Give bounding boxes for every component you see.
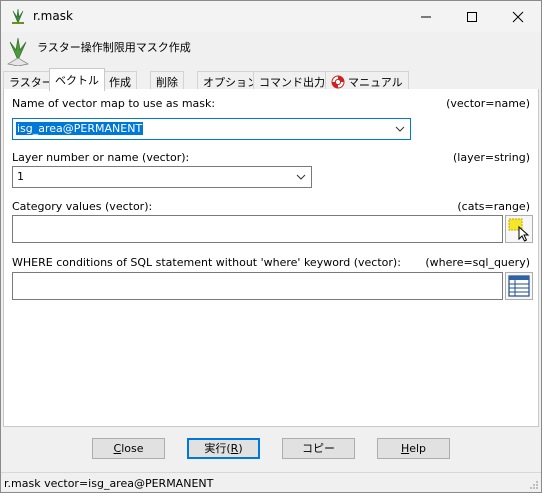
help-label-rest: elp <box>409 442 427 455</box>
category-label: Category values (vector): <box>12 200 153 213</box>
module-description: ラスター操作制限用マスク作成 <box>37 41 191 54</box>
tab-create[interactable]: 作成 <box>103 71 137 90</box>
status-command: r.mask vector=isg_area@PERMANENT <box>4 477 214 490</box>
tab-label: 作成 <box>109 76 131 89</box>
tab-label: ベクトル <box>55 74 99 87</box>
module-header: ラスター操作制限用マスク作成 <box>1 32 541 68</box>
status-bar: r.mask vector=isg_area@PERMANENT <box>1 472 541 492</box>
layer-select[interactable]: 1 <box>12 166 312 188</box>
maximize-button[interactable] <box>449 1 495 32</box>
tab-vector[interactable]: ベクトル <box>49 68 105 91</box>
sql-table-icon <box>508 275 530 297</box>
tab-label: コマンド出力 <box>259 76 325 89</box>
select-features-button[interactable] <box>505 215 533 243</box>
vector-map-value: isg_area@PERMANENT <box>16 122 144 135</box>
category-param-hint: (cats=range) <box>457 200 530 213</box>
run-label-pre: 実行( <box>204 442 231 455</box>
layer-value: 1 <box>17 170 24 183</box>
title-bar: r.mask <box>1 1 541 32</box>
tab-bar: ラスター ベクトル 作成 削除 オプション コマンド出力 マニュアル <box>3 68 539 91</box>
vector-tab-panel: Name of vector map to use as mask: (vect… <box>3 89 539 427</box>
raster-mask-icon <box>7 37 29 66</box>
where-param-hint: (where=sql_query) <box>425 256 530 269</box>
window-title: r.mask <box>33 9 73 23</box>
tab-label: オプション <box>203 76 258 89</box>
tab-command-output[interactable]: コマンド出力 <box>253 71 331 90</box>
main-window: r.mask ラスター操作制限用マスク作成 ラスター ベクトル 作成 削除 オプ… <box>0 0 542 493</box>
layer-param-hint: (layer=string) <box>453 151 530 164</box>
vector-param-hint: (vector=name) <box>446 97 530 110</box>
tab-label: マニュアル <box>348 76 403 89</box>
sql-builder-button[interactable] <box>505 272 533 300</box>
tab-manual[interactable]: マニュアル <box>325 71 409 90</box>
vector-map-label: Name of vector map to use as mask: <box>12 97 216 110</box>
select-features-icon <box>508 218 530 242</box>
help-button[interactable]: Help <box>377 438 450 459</box>
close-button[interactable]: Close <box>92 438 165 459</box>
tab-remove[interactable]: 削除 <box>150 71 184 90</box>
maximize-icon <box>467 11 477 22</box>
grass-app-icon <box>12 8 24 24</box>
chevron-down-icon <box>395 126 405 132</box>
copy-button[interactable]: コピー <box>282 438 355 459</box>
minimize-icon <box>421 16 431 17</box>
lifebuoy-icon <box>331 75 345 89</box>
tab-label: ラスター <box>9 76 53 89</box>
chevron-down-icon <box>296 174 306 180</box>
copy-label: コピー <box>302 442 335 455</box>
category-input[interactable] <box>12 215 503 243</box>
close-icon <box>512 11 524 22</box>
help-mnemonic: H <box>400 442 410 455</box>
tab-label: 削除 <box>156 76 178 89</box>
run-button[interactable]: 実行(R) <box>187 438 260 459</box>
run-label-post: ) <box>238 442 243 455</box>
where-label: WHERE conditions of SQL statement withou… <box>12 256 401 269</box>
resize-grip-icon[interactable] <box>529 480 539 490</box>
where-input[interactable] <box>12 272 503 300</box>
layer-label: Layer number or name (vector): <box>12 151 190 164</box>
close-label-rest: lose <box>121 442 144 455</box>
minimize-button[interactable] <box>403 1 449 32</box>
close-window-button[interactable] <box>495 1 541 32</box>
vector-map-select[interactable]: isg_area@PERMANENT <box>12 118 411 140</box>
